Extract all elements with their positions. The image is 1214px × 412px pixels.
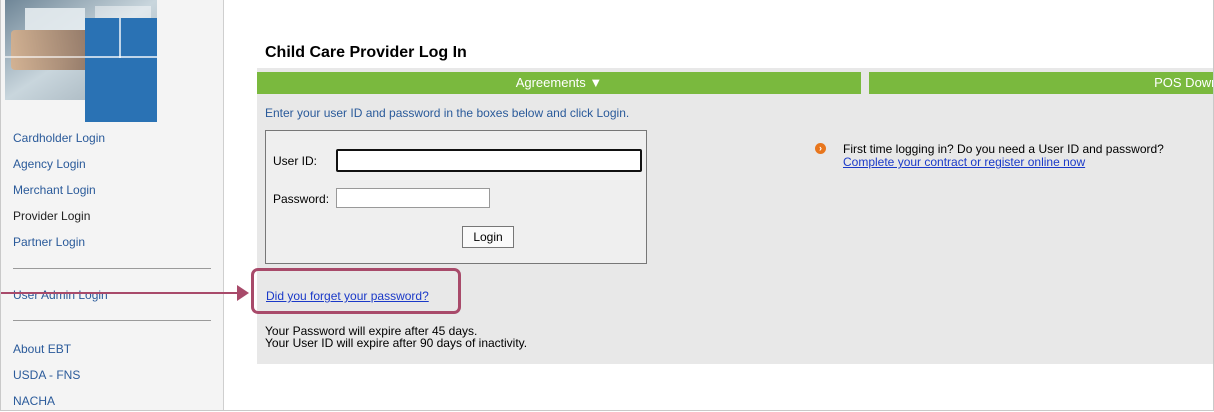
sidebar-item-agency-login[interactable]: Agency Login	[13, 157, 86, 171]
sidebar-item-usda-fns[interactable]: USDA - FNS	[13, 368, 80, 382]
password-label: Password:	[273, 192, 330, 206]
sidebar-item-provider-login[interactable]: Provider Login	[13, 209, 90, 223]
expiration-notes: Your Password will expire after 45 days.…	[265, 325, 527, 349]
forgot-password-link[interactable]: Did you forget your password?	[266, 289, 429, 303]
annotation-arrow-line	[1, 292, 237, 294]
annotation-arrow-icon	[237, 285, 249, 301]
page-title: Child Care Provider Log In	[265, 44, 467, 61]
page: Cardholder Login Agency Login Merchant L…	[0, 0, 1214, 411]
register-link[interactable]: Complete your contract or register onlin…	[843, 155, 1085, 169]
sidebar-item-user-admin-login[interactable]: User Admin Login	[13, 288, 108, 302]
sidebar: Cardholder Login Agency Login Merchant L…	[1, 0, 224, 410]
sidebar-item-nacha[interactable]: NACHA	[13, 394, 55, 408]
user-id-input[interactable]	[336, 149, 642, 172]
user-id-expire-note: Your User ID will expire after 90 days o…	[265, 336, 528, 350]
site-logo	[5, 0, 157, 122]
sidebar-item-merchant-login[interactable]: Merchant Login	[13, 183, 96, 197]
tab-pos-download-label: POS Download	[1154, 75, 1213, 90]
sidebar-item-partner-login[interactable]: Partner Login	[13, 235, 85, 249]
login-button[interactable]: Login	[462, 226, 514, 248]
sidebar-item-cardholder-login[interactable]: Cardholder Login	[13, 131, 105, 145]
arrow-right-icon: ›	[815, 143, 826, 154]
password-input[interactable]	[336, 188, 490, 208]
sidebar-divider	[13, 320, 211, 321]
sidebar-divider	[13, 268, 211, 269]
sidebar-item-about-ebt[interactable]: About EBT	[13, 342, 71, 356]
tab-pos-download[interactable]: POS Download	[869, 72, 1213, 94]
tab-agreements[interactable]: Agreements ▼	[257, 72, 861, 94]
login-instructions: Enter your user ID and password in the b…	[265, 106, 630, 120]
first-time-info: › First time logging in? Do you need a U…	[815, 143, 1164, 169]
login-form: User ID: Password: Login	[265, 130, 647, 264]
user-id-label: User ID:	[273, 154, 318, 168]
